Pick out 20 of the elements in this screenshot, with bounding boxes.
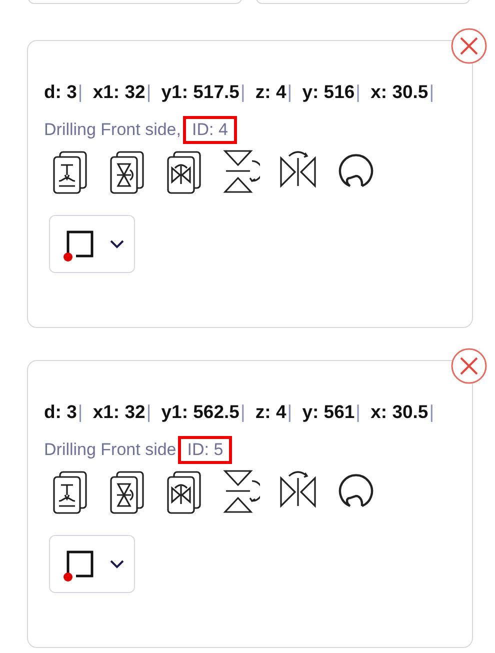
coordinates-text: d: 3| x1: 32| y1: 517.5| z: 4| y: 516| x: 30.5| xyxy=(44,81,436,102)
close-icon[interactable] xyxy=(450,347,488,385)
chevron-down-icon xyxy=(110,559,124,569)
drill-icon[interactable] xyxy=(51,148,89,194)
operation-label: Drilling Front side, xyxy=(44,120,181,140)
rotate-icon[interactable] xyxy=(108,148,146,194)
close-icon[interactable] xyxy=(450,27,488,65)
id-label: ID: 5 xyxy=(178,436,232,464)
flip-vertical-icon[interactable] xyxy=(222,148,260,194)
corner-dropdown[interactable] xyxy=(49,535,135,593)
coordinates-text: d: 3| x1: 32| y1: 562.5| z: 4| y: 561| x: 30.5| xyxy=(44,401,436,422)
corner-dropdown[interactable] xyxy=(49,215,135,273)
chevron-down-icon xyxy=(110,239,124,249)
drill-icon[interactable] xyxy=(51,468,89,514)
mirror-icon[interactable] xyxy=(165,148,203,194)
rotate-icon[interactable] xyxy=(108,468,146,514)
operation-label: Drilling Front side xyxy=(44,440,176,460)
mirror-icon[interactable] xyxy=(165,468,203,514)
id-label: ID: 4 xyxy=(183,116,237,144)
flip-vertical-icon[interactable] xyxy=(222,468,260,514)
